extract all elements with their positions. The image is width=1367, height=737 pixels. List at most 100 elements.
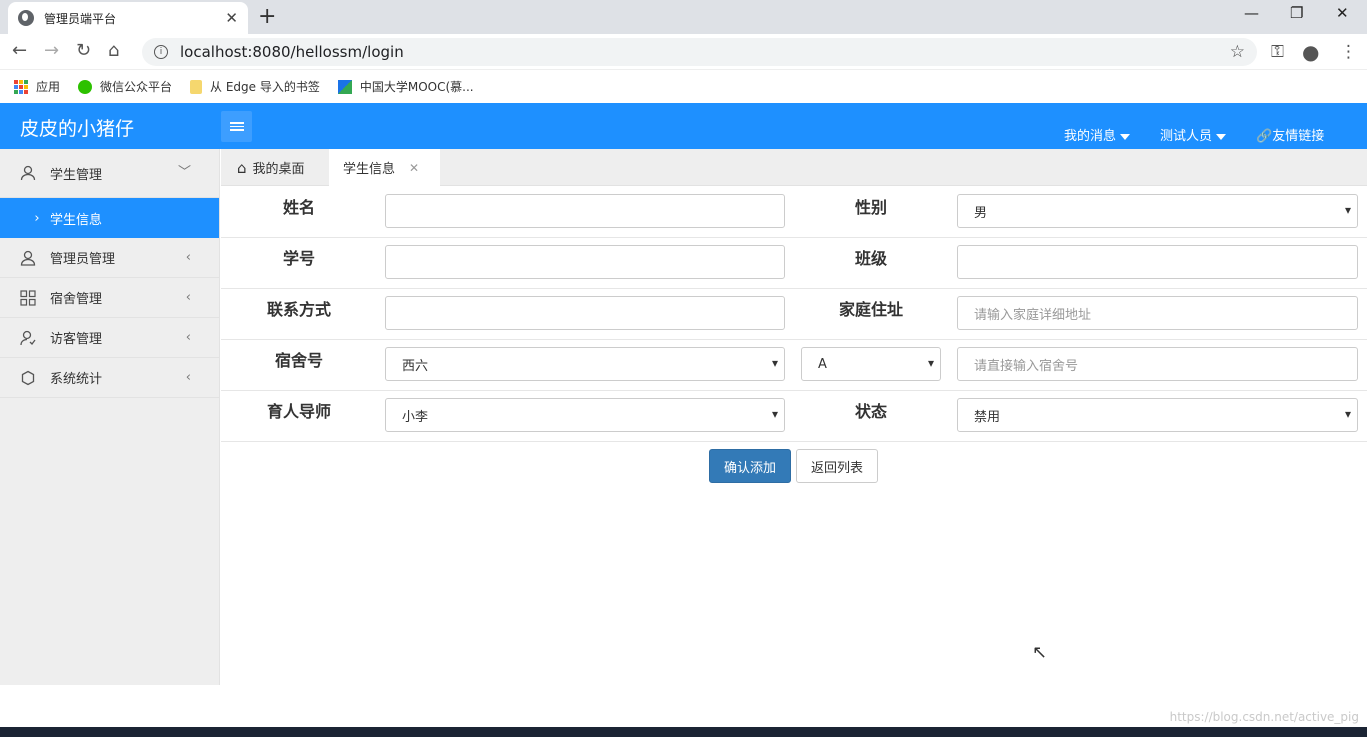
menu-toggle-button[interactable] <box>221 111 252 142</box>
more-icon[interactable]: ⋮ <box>1340 42 1357 62</box>
form-row: 联系方式 家庭住址 请输入家庭详细地址 <box>221 289 1367 340</box>
window-close-icon[interactable]: ✕ <box>1336 4 1349 22</box>
minimize-icon[interactable]: — <box>1244 4 1259 22</box>
home-icon[interactable]: ⌂ <box>108 40 119 61</box>
address-input[interactable]: 请输入家庭详细地址 <box>957 296 1358 330</box>
name-input[interactable] <box>385 194 785 228</box>
confirm-add-button[interactable]: 确认添加 <box>709 449 791 483</box>
sidebar-item-student-info[interactable]: › 学生信息 <box>0 198 219 238</box>
tutor-value: 小李 <box>402 409 429 425</box>
class-label: 班级 <box>854 249 887 268</box>
contact-label: 联系方式 <box>266 300 331 319</box>
name-label: 姓名 <box>282 198 315 217</box>
sidebar: 学生管理 ﹀ › 学生信息 管理员管理 ‹ 宿舍管理 ‹ 访客管理 ‹ 系统统计… <box>0 149 220 685</box>
sidebar-item-admin-management[interactable]: 管理员管理 ‹ <box>0 238 219 278</box>
dorm-unit-value: A <box>818 356 827 372</box>
sidebar-item-student-management[interactable]: 学生管理 ﹀ <box>0 149 219 198</box>
restore-icon[interactable]: ❐ <box>1290 4 1303 22</box>
bookmark-edge-folder[interactable]: 从 Edge 导入的书签 <box>190 78 320 95</box>
sidebar-item-label: 学生信息 <box>50 212 103 228</box>
close-tab-icon[interactable]: ✕ <box>225 9 238 27</box>
stats-icon <box>20 370 36 386</box>
url-text: localhost:8080/hellossm/login <box>180 43 404 61</box>
folder-icon <box>190 79 203 94</box>
back-icon[interactable]: ← <box>12 40 27 61</box>
watermark: https://blog.csdn.net/active_pig <box>1169 710 1359 724</box>
url-input[interactable]: i localhost:8080/hellossm/login ☆ <box>142 38 1257 66</box>
dorm-label: 宿舍号 <box>274 351 323 370</box>
bookmark-label: 中国大学MOOC(慕... <box>359 80 474 94</box>
forward-icon[interactable]: → <box>44 40 59 61</box>
contact-input[interactable] <box>385 296 785 330</box>
gender-value: 男 <box>974 205 988 221</box>
address-placeholder: 请输入家庭详细地址 <box>974 307 1092 323</box>
app-logo: 皮皮的小猪仔 <box>20 118 135 140</box>
sidebar-item-label: 系统统计 <box>50 372 103 387</box>
mouse-cursor-icon: ↖ <box>1032 642 1048 663</box>
sidebar-item-label: 管理员管理 <box>50 252 116 267</box>
student-no-input[interactable] <box>385 245 785 279</box>
tab-label: 我的桌面 <box>252 162 305 177</box>
gender-select[interactable]: 男 <box>957 194 1358 228</box>
dorm-number-input[interactable]: 请直接输入宿舍号 <box>957 347 1358 381</box>
chevron-left-icon: ‹ <box>185 370 191 385</box>
student-no-label: 学号 <box>282 249 315 268</box>
profile-icon[interactable]: ● <box>1302 40 1319 64</box>
bookmarks-bar: 应用 微信公众平台 从 Edge 导入的书签 中国大学MOOC(慕... <box>0 70 1367 103</box>
taskbar <box>0 727 1367 737</box>
back-to-list-button[interactable]: 返回列表 <box>796 449 878 483</box>
dorm-placeholder: 请直接输入宿舍号 <box>974 358 1079 374</box>
reload-icon[interactable]: ↻ <box>76 40 91 61</box>
bookmark-label: 微信公众平台 <box>100 80 173 94</box>
bookmark-mooc[interactable]: 中国大学MOOC(慕... <box>337 78 474 95</box>
chevron-left-icon: ‹ <box>185 330 191 345</box>
status-value: 禁用 <box>974 409 1001 425</box>
chevron-left-icon: ‹ <box>185 250 191 265</box>
bookmark-star-icon[interactable]: ☆ <box>1230 42 1245 62</box>
sidebar-item-dorm-management[interactable]: 宿舍管理 ‹ <box>0 278 219 318</box>
browser-tab[interactable]: 管理员端平台 ✕ <box>8 2 248 34</box>
address-bar: ← → ↻ ⌂ i localhost:8080/hellossm/login … <box>0 34 1367 70</box>
key-icon[interactable]: ⚿ <box>1271 42 1284 62</box>
user-icon <box>20 165 36 181</box>
address-label: 家庭住址 <box>838 300 903 319</box>
form-row: 姓名 性别 男 <box>221 187 1367 238</box>
dorm-building-select[interactable]: 西六 <box>385 347 785 381</box>
status-label: 状态 <box>854 402 887 421</box>
chevron-left-icon: ‹ <box>185 290 191 305</box>
status-select[interactable]: 禁用 <box>957 398 1358 432</box>
caret-down-icon <box>1120 133 1131 140</box>
nav-user[interactable]: 测试人员 <box>1160 125 1227 144</box>
bookmark-label: 从 Edge 导入的书签 <box>210 80 320 94</box>
form-actions: 确认添加 返回列表 <box>221 449 1367 483</box>
sidebar-item-label: 宿舍管理 <box>50 292 103 307</box>
app-header: 皮皮的小猪仔 我的消息 测试人员 🔗友情链接 <box>0 103 1367 149</box>
new-tab-icon[interactable]: + <box>258 4 276 29</box>
browser-tab-title: 管理员端平台 <box>44 11 117 26</box>
tab-desktop[interactable]: ⌂ 我的桌面 <box>237 149 305 186</box>
tab-student-info[interactable]: 学生信息 ✕ <box>329 149 440 186</box>
nav-messages[interactable]: 我的消息 <box>1064 125 1131 144</box>
dorm-unit-select[interactable]: A <box>801 347 941 381</box>
wechat-icon <box>78 79 93 94</box>
mooc-icon <box>337 79 352 94</box>
close-icon[interactable]: ✕ <box>409 161 419 175</box>
nav-label: 友情链接 <box>1272 129 1325 144</box>
bookmark-wechat[interactable]: 微信公众平台 <box>78 78 172 95</box>
sidebar-item-system-stats[interactable]: 系统统计 ‹ <box>0 358 219 398</box>
tutor-label: 育人导师 <box>266 402 331 421</box>
nav-label: 测试人员 <box>1160 129 1213 144</box>
nav-label: 我的消息 <box>1064 129 1117 144</box>
nav-links[interactable]: 🔗友情链接 <box>1256 125 1324 144</box>
info-icon[interactable]: i <box>154 45 168 59</box>
browser-tab-bar: 管理员端平台 ✕ + — ❐ ✕ <box>0 0 1367 34</box>
globe-icon <box>18 10 34 26</box>
class-input[interactable] <box>957 245 1358 279</box>
bookmark-apps[interactable]: 应用 <box>14 78 60 95</box>
home-icon: ⌂ <box>237 158 247 177</box>
tab-label: 学生信息 <box>343 162 396 177</box>
link-icon: 🔗 <box>1256 129 1273 144</box>
visitor-icon <box>20 330 36 346</box>
tutor-select[interactable]: 小李 <box>385 398 785 432</box>
sidebar-item-visitor-management[interactable]: 访客管理 ‹ <box>0 318 219 358</box>
